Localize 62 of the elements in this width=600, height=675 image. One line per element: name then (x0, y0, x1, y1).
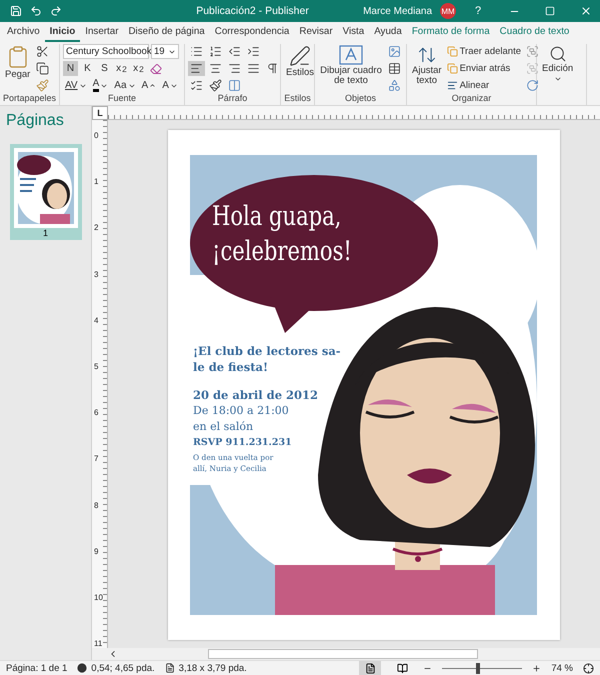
page-thumbnail[interactable]: 1 (10, 144, 82, 240)
flyer-time: De 18:00 a 21:00 en el salón (193, 403, 290, 434)
ruler-number: 3 (93, 270, 100, 281)
tab-selector[interactable]: L (92, 106, 108, 120)
ruler-number: 10 (93, 592, 104, 604)
ruler-number: 9 (93, 546, 100, 558)
send-backward-button[interactable]: Enviar atrás (446, 61, 522, 76)
window-title: Publicación2 - Publisher (195, 5, 310, 17)
group-label: Objetos (344, 93, 378, 105)
font-name-field[interactable]: Century Schoolbook (63, 44, 149, 59)
help-button[interactable]: ? (464, 0, 492, 22)
font-size-field[interactable]: 19 (151, 44, 179, 59)
user-avatar[interactable]: MM (440, 3, 456, 19)
ribbon-tab[interactable]: Vista (338, 26, 370, 42)
ruler-number: 11 (93, 639, 104, 648)
styles-button[interactable]: Estilos (284, 44, 316, 80)
ribbon-tab[interactable]: Correspondencia (210, 26, 294, 42)
ruler-number: 2 (93, 223, 100, 234)
bring-forward-button[interactable]: Traer adelante (446, 44, 522, 59)
align-objects-button[interactable]: Alinear (446, 78, 522, 93)
flyer-headline: Hola guapa, ¡celebremos! (212, 200, 352, 270)
ruler-number: 1 (93, 177, 100, 188)
ruler-number: 7 (93, 454, 100, 466)
group-label: Portapapeles (2, 93, 58, 105)
ruler-number: 5 (93, 362, 100, 373)
size-readout: 3,18 x 3,79 pda. (178, 662, 247, 674)
character-spacing-button[interactable]: AV (63, 78, 89, 93)
shrink-font-button[interactable]: A (160, 78, 180, 93)
ribbon-tab[interactable]: Insertar (80, 26, 124, 42)
paste-button[interactable]: Pegar (3, 44, 32, 82)
ribbon-tab[interactable]: Diseño de página (123, 26, 210, 42)
user-name: Marce Mediana (363, 6, 432, 16)
group-label: Párrafo (216, 93, 248, 105)
font-color-button[interactable]: A (90, 78, 110, 93)
change-case-button[interactable]: Aa (112, 78, 138, 93)
ribbon-tab[interactable]: Inicio (44, 26, 80, 42)
ruler-number: 4 (93, 316, 100, 327)
ruler-number: 6 (93, 408, 100, 420)
draw-text-box-button[interactable]: Dibujar cuadro de texto (318, 44, 384, 88)
position-readout: 0,54; 4,65 pda. (91, 662, 155, 674)
ribbon-tab[interactable]: Revisar (294, 26, 338, 42)
flyer-date: 20 de abril de 2012 (193, 387, 320, 404)
group-label: Organizar (450, 93, 492, 105)
ruler-number: 8 (93, 500, 100, 512)
pages-pane-title: Páginas (5, 112, 64, 130)
zoom-level[interactable]: 74 % (551, 662, 573, 674)
wrap-text-button[interactable]: Ajustar texto (410, 44, 444, 88)
editing-button[interactable]: Edición (540, 44, 576, 84)
page-indicator: Página: 1 de 1 (6, 662, 68, 674)
grow-font-button[interactable]: A (140, 78, 158, 93)
ruler-number: 0 (93, 131, 100, 142)
ribbon-tab[interactable]: Archivo (2, 26, 45, 42)
font-style-button[interactable]: N (63, 61, 78, 76)
group-label: Fuente (106, 93, 138, 105)
font-style-button[interactable]: S (97, 61, 112, 76)
ribbon-tab[interactable]: Ayuda (369, 26, 407, 42)
flyer-rsvp: RSVP 911.231.231 (193, 436, 293, 450)
group-label: Estilos (283, 93, 312, 105)
ribbon-tab[interactable]: Formato de forma (406, 26, 495, 42)
flyer-intro: ¡El club de lectores sa- le de fiesta! (193, 343, 341, 376)
font-style-button[interactable]: K (80, 61, 95, 76)
ribbon-tab[interactable]: Cuadro de texto (494, 26, 574, 42)
